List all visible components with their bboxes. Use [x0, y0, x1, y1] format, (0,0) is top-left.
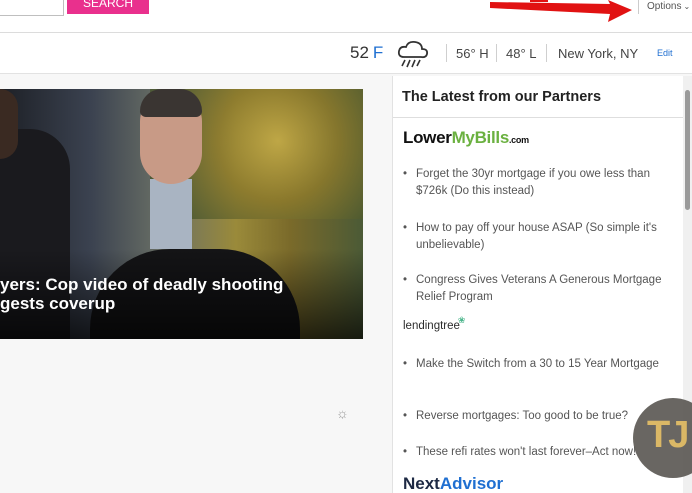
- bullet: •: [403, 358, 408, 370]
- bullet: •: [403, 168, 408, 180]
- weather-high: 56° H: [456, 46, 489, 61]
- temperature-unit-toggle[interactable]: F: [373, 43, 383, 62]
- logo-part: MyBills: [451, 128, 510, 147]
- avatar-initials: TJ: [647, 414, 689, 456]
- lowermybills-logo[interactable]: LowerMyBills.com: [403, 128, 529, 148]
- search-input[interactable]: [0, 0, 64, 16]
- partner-link-text: How to pay off your house ASAP (So simpl…: [416, 222, 657, 251]
- top-bar: SEARCH Options ⌄: [0, 0, 692, 33]
- options-menu[interactable]: Options ⌄: [638, 0, 690, 14]
- partner-link-text: Reverse mortgages: Too good to be true?: [416, 410, 629, 422]
- logo-part: Lower: [403, 128, 452, 147]
- logo-part: lendingtree: [403, 320, 460, 332]
- logo-part: .com: [508, 135, 529, 145]
- background-person-head: [0, 89, 18, 159]
- speaker-hair: [140, 89, 202, 117]
- partner-link-text: Congress Gives Veterans A Generous Mortg…: [416, 274, 662, 303]
- divider: [393, 117, 683, 118]
- partner-link[interactable]: • These refi rates won't last forever–Act…: [403, 444, 673, 461]
- bullet: •: [403, 274, 408, 286]
- partner-link[interactable]: • Reverse mortgages: Too good to be true?: [403, 408, 673, 425]
- rain-cloud-icon: [397, 40, 429, 68]
- logo-part: Advisor: [439, 474, 504, 493]
- leaf-icon: ❀: [457, 315, 466, 325]
- partner-link[interactable]: • Forget the 30yr mortgage if you owe les…: [403, 166, 673, 200]
- temperature-value: 52: [350, 43, 369, 62]
- divider: [546, 44, 547, 62]
- weather-bar: 52 F 56° H 48° L New York, NY Edit: [0, 33, 692, 74]
- partner-link-text: Forget the 30yr mortgage if you owe less…: [416, 168, 650, 197]
- weather-low: 48° L: [506, 46, 537, 61]
- scrollbar-thumb[interactable]: [685, 90, 690, 210]
- hero-story[interactable]: yers: Cop video of deadly shooting gests…: [0, 89, 363, 339]
- red-arrow-annotation: [490, 0, 632, 22]
- hero-headline-line2: gests coverup: [0, 294, 116, 313]
- weather-temperature: 52 F: [350, 43, 383, 63]
- bullet: •: [403, 446, 408, 458]
- hero-headline[interactable]: yers: Cop video of deadly shooting gests…: [0, 275, 300, 313]
- bullet: •: [403, 222, 408, 234]
- nextadvisor-logo[interactable]: NextAdvisor: [403, 474, 503, 493]
- partner-link[interactable]: • How to pay off your house ASAP (So simp…: [403, 220, 673, 254]
- partner-link-text: These refi rates won't last forever–Act …: [416, 446, 637, 458]
- logo-part: Next: [403, 474, 440, 493]
- options-label: Options: [647, 1, 682, 12]
- speaker-shirt: [150, 179, 192, 249]
- partners-title: The Latest from our Partners: [402, 89, 602, 105]
- brightness-icon: ☼: [336, 405, 349, 421]
- search-button[interactable]: SEARCH: [67, 0, 149, 14]
- hero-headline-line1: yers: Cop video of deadly shooting: [0, 275, 284, 294]
- partner-link[interactable]: • Congress Gives Veterans A Generous Mort…: [403, 272, 673, 306]
- weather-edit-link[interactable]: Edit: [657, 48, 673, 58]
- divider: [446, 44, 447, 62]
- chevron-down-icon: ⌄: [683, 2, 691, 11]
- divider: [496, 44, 497, 62]
- partner-link-text: Make the Switch from a 30 to 15 Year Mor…: [416, 358, 659, 370]
- weather-location: New York, NY: [558, 46, 639, 61]
- bullet: •: [403, 410, 408, 422]
- partner-link[interactable]: • Make the Switch from a 30 to 15 Year Mo…: [403, 356, 673, 373]
- lendingtree-logo[interactable]: lendingtree❀: [403, 315, 465, 332]
